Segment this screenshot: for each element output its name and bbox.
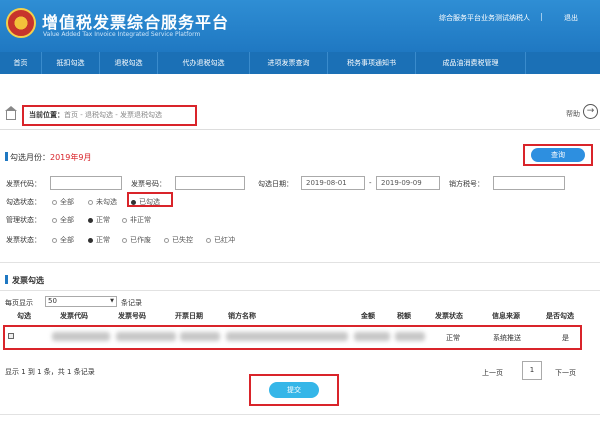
page-size-value: 50 — [48, 297, 57, 305]
app-header: 增值税发票综合服务平台 Value Added Tax Invoice Inte… — [0, 0, 600, 52]
redacted-invoice-code — [52, 332, 110, 341]
th-issue-date: 开票日期 — [175, 312, 203, 320]
chevron-down-icon: ▼ — [110, 298, 114, 304]
seller-tax-input[interactable] — [493, 176, 565, 190]
check-status-all-label: 全部 — [60, 198, 74, 206]
nav-item-tax-notice[interactable]: 税务事项通知书 — [328, 52, 416, 74]
invoice-status-label: 发票状态： — [6, 236, 41, 244]
list-divider — [0, 290, 600, 291]
manage-status-abnormal-label: 非正常 — [130, 216, 151, 224]
footer-divider — [0, 414, 600, 415]
page-size-suffix: 条记录 — [121, 299, 142, 307]
app-title: 增值税发票综合服务平台 — [42, 13, 230, 32]
home-icon — [5, 106, 17, 120]
query-button-highlight: 查询 — [523, 144, 593, 166]
check-month: 勾选月份：2019年9月 — [10, 152, 91, 163]
nav-item-refund-check[interactable]: 退税勾选 — [100, 52, 158, 74]
date-dash: - — [369, 179, 372, 187]
th-invoice-number: 发票号码 — [118, 312, 146, 320]
th-checked: 是否勾选 — [546, 312, 574, 320]
check-status-unchecked-label: 未勾选 — [96, 198, 117, 206]
query-button[interactable]: 查询 — [531, 148, 585, 162]
invoice-status-normal[interactable]: 正常 — [88, 235, 110, 245]
help-arrow-icon[interactable]: → — [583, 104, 598, 119]
next-page-button[interactable]: 下一页 — [555, 368, 576, 378]
date-label: 勾选日期： — [258, 180, 293, 188]
list-section-title: 发票勾选 — [12, 276, 44, 285]
section-divider — [0, 262, 600, 263]
redacted-invoice-number — [116, 332, 176, 341]
invoice-status-void-label: 已作废 — [130, 236, 151, 244]
header-separator: | — [540, 12, 543, 21]
tax-emblem-icon — [6, 8, 36, 38]
check-status-all[interactable]: 全部 — [52, 197, 74, 207]
invoice-status-all[interactable]: 全部 — [52, 235, 74, 245]
invoice-status-normal-label: 正常 — [96, 236, 110, 244]
seller-tax-label: 销方税号： — [449, 180, 484, 188]
th-tax: 税额 — [397, 312, 411, 320]
table-header: 勾选 发票代码 发票号码 开票日期 销方名称 金额 税额 发票状态 信息来源 是… — [0, 311, 600, 323]
invoice-code-input[interactable] — [50, 176, 122, 190]
th-check: 勾选 — [17, 312, 31, 320]
check-month-value: 2019年9月 — [50, 153, 92, 162]
manage-status-label: 管理状态： — [6, 216, 41, 224]
page-size-select[interactable]: 50 ▼ — [45, 296, 117, 307]
nav-item-input-invoice-query[interactable]: 进项发票查询 — [250, 52, 328, 74]
breadcrumb: 当前位置：首页 - 退税勾选 - 发票退税勾选 — [22, 105, 197, 126]
list-section-marker — [5, 275, 8, 284]
redacted-seller-name — [226, 332, 348, 341]
user-info: 综合服务平台业务测试纳税人 — [439, 14, 530, 22]
submit-button-highlight: 提交 — [249, 374, 339, 406]
th-seller-name: 销方名称 — [228, 312, 256, 320]
redacted-issue-date — [180, 332, 220, 341]
invoice-status-lost-label: 已失控 — [172, 236, 193, 244]
th-invoice-status: 发票状态 — [435, 312, 463, 320]
date-end-input[interactable]: 2019-09-09 — [376, 176, 440, 190]
row-checkbox[interactable] — [8, 333, 14, 339]
breadcrumb-prefix: 当前位置： — [29, 111, 64, 119]
check-status-checked-label: 已勾选 — [139, 198, 160, 206]
manage-status-all-label: 全部 — [60, 216, 74, 224]
manage-status-normal-label: 正常 — [96, 216, 110, 224]
row-checked: 是 — [562, 334, 569, 342]
manage-status-normal[interactable]: 正常 — [88, 215, 110, 225]
invoice-code-label: 发票代码： — [6, 180, 41, 188]
invoice-number-input[interactable] — [175, 176, 245, 190]
date-start-input[interactable]: 2019-08-01 — [301, 176, 365, 190]
main-nav: 首页 抵扣勾选 退税勾选 代办退税勾选 进项发票查询 税务事项通知书 成品油消费… — [0, 52, 600, 74]
invoice-status-void[interactable]: 已作废 — [122, 235, 151, 245]
th-source: 信息来源 — [492, 312, 520, 320]
manage-status-all[interactable]: 全部 — [52, 215, 74, 225]
nav-item-home[interactable]: 首页 — [0, 52, 42, 74]
nav-item-oil-tax-management[interactable]: 成品油消费税管理 — [416, 52, 526, 74]
check-status-unchecked[interactable]: 未勾选 — [88, 197, 117, 207]
th-invoice-code: 发票代码 — [60, 312, 88, 320]
page-size-prefix: 每页显示 — [5, 299, 33, 307]
app-subtitle: Value Added Tax Invoice Integrated Servi… — [43, 31, 201, 38]
logout-link[interactable]: 退出 — [564, 13, 578, 23]
invoice-status-lost[interactable]: 已失控 — [164, 235, 193, 245]
invoice-number-label: 发票号码： — [131, 180, 166, 188]
row-source: 系统推送 — [493, 334, 521, 342]
section-marker — [5, 152, 8, 161]
invoice-status-red[interactable]: 已红冲 — [206, 235, 235, 245]
redacted-amount — [354, 332, 390, 341]
record-summary: 显示 1 到 1 条，共 1 条记录 — [5, 368, 95, 376]
invoice-status-all-label: 全部 — [60, 236, 74, 244]
row-invoice-status: 正常 — [446, 334, 460, 342]
nav-item-deduction-check[interactable]: 抵扣勾选 — [42, 52, 100, 74]
manage-status-abnormal[interactable]: 非正常 — [122, 215, 151, 225]
breadcrumb-path[interactable]: 首页 - 退税勾选 - 发票退税勾选 — [64, 111, 162, 119]
check-status-checked[interactable]: 已勾选 — [131, 197, 160, 207]
submit-button[interactable]: 提交 — [269, 382, 319, 398]
th-amount: 金额 — [361, 312, 375, 320]
prev-page-button[interactable]: 上一页 — [482, 368, 503, 378]
page-number-button[interactable]: 1 — [522, 361, 542, 380]
help-label[interactable]: 帮助 — [566, 109, 580, 119]
redacted-tax — [395, 332, 425, 341]
invoice-status-red-label: 已红冲 — [214, 236, 235, 244]
nav-item-agent-refund-check[interactable]: 代办退税勾选 — [158, 52, 250, 74]
check-status-label: 勾选状态： — [6, 198, 41, 206]
check-month-label: 勾选月份： — [10, 153, 50, 162]
